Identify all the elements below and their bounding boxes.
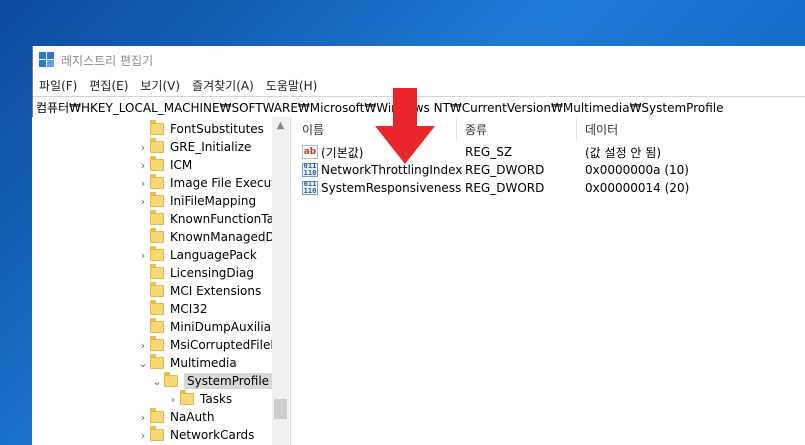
tree-item-label: GRE_Initialize xyxy=(170,140,252,154)
tree-item-label: ICM xyxy=(170,158,193,172)
chevron-expander-icon[interactable] xyxy=(136,228,150,246)
folder-icon xyxy=(150,156,164,171)
tree-item-label: NaAuth xyxy=(170,410,215,424)
value-type: REG_DWORD xyxy=(465,181,545,195)
value-row[interactable]: ab (기본값) REG_SZ (값 설정 안 됨) xyxy=(294,143,805,161)
tree-item-label: MsiCorruptedFileRe xyxy=(170,338,286,352)
chevron-expander-icon[interactable]: › xyxy=(136,156,150,174)
tree-item-label: LanguagePack xyxy=(170,248,257,262)
tree-item-label: FontSubstitutes xyxy=(170,122,264,136)
tree-item[interactable]: KnownManagedDe xyxy=(32,228,290,246)
chevron-expander-icon[interactable] xyxy=(136,264,150,282)
folder-icon xyxy=(150,300,164,315)
tree-item-label: NetworkCards xyxy=(170,428,255,442)
folder-icon xyxy=(150,246,164,261)
tree-item-label: Image File Executic xyxy=(170,176,286,190)
value-name-cell[interactable]: ab (기본값) xyxy=(302,143,363,161)
folder-icon xyxy=(150,264,164,279)
column-header-data[interactable]: 데이터 xyxy=(577,117,805,141)
scroll-thumb[interactable] xyxy=(274,399,287,419)
tree-item-label: KnownManagedDe xyxy=(170,230,283,244)
tree-item[interactable]: › GRE_Initialize xyxy=(32,138,290,156)
tree-item[interactable]: MCI Extensions xyxy=(32,282,290,300)
tree-item[interactable]: › ICM xyxy=(32,156,290,174)
chevron-expander-icon[interactable]: › xyxy=(136,246,150,264)
scroll-up-arrow-icon[interactable]: ▲ xyxy=(272,117,289,134)
folder-icon xyxy=(164,372,178,387)
folder-icon xyxy=(150,228,164,243)
value-row[interactable]: 011 110 NetworkThrottlingIndex REG_DWORD 0x… xyxy=(294,161,805,179)
binary-value-icon: 011 110 xyxy=(302,180,318,195)
key-tree-pane[interactable]: FontSubstitutes › GRE_Initialize › ICM › Image… xyxy=(32,117,290,445)
value-name: NetworkThrottlingIndex xyxy=(321,163,463,177)
tree-item-label: Multimedia xyxy=(170,356,237,370)
tree-item-label: KnownFunctionTab xyxy=(170,212,282,226)
chevron-expander-icon[interactable]: › xyxy=(136,426,150,444)
tree-item[interactable]: FontSubstitutes xyxy=(32,120,290,138)
tree-item[interactable]: › NaAuth xyxy=(32,408,290,426)
tree-item[interactable]: ⌄ Multimedia xyxy=(32,354,290,372)
folder-icon xyxy=(150,210,164,225)
chevron-expander-icon[interactable] xyxy=(136,210,150,228)
tree-scrollbar[interactable]: ▲ xyxy=(272,117,289,445)
tree-item[interactable]: › Tasks xyxy=(32,390,290,408)
tree-item-label: LicensingDiag xyxy=(170,266,254,280)
folder-icon xyxy=(180,390,194,405)
tree-item[interactable]: › NetworkCards xyxy=(32,426,290,444)
value-row[interactable]: 011 110 SystemResponsiveness REG_DWORD 0x00… xyxy=(294,179,805,197)
chevron-expander-icon[interactable] xyxy=(136,282,150,300)
chevron-expander-icon[interactable] xyxy=(136,120,150,138)
chevron-expander-icon[interactable]: › xyxy=(136,408,150,426)
folder-icon xyxy=(150,174,164,189)
tree-item-label: MiniDumpAuxiliary xyxy=(170,320,284,334)
folder-icon xyxy=(150,138,164,153)
folder-icon xyxy=(150,318,164,333)
chevron-expander-icon[interactable] xyxy=(136,300,150,318)
tree-item-label: IniFileMapping xyxy=(170,194,257,208)
tree-item-label: SystemProfile xyxy=(184,373,273,389)
value-data: 0x00000014 (20) xyxy=(585,181,690,195)
tree-item-label: MCI32 xyxy=(170,302,208,316)
tree-item[interactable]: MiniDumpAuxiliary xyxy=(32,318,290,336)
chevron-expander-icon[interactable]: ⌄ xyxy=(150,372,164,390)
value-name: SystemResponsiveness xyxy=(321,181,462,195)
value-data: 0x0000000a (10) xyxy=(585,163,689,177)
value-type: REG_SZ xyxy=(465,145,513,159)
folder-icon xyxy=(150,120,164,135)
tree-item-label: MCI Extensions xyxy=(170,284,262,298)
value-name: (기본값) xyxy=(321,145,364,160)
folder-icon xyxy=(150,426,164,441)
tree-item-label: Tasks xyxy=(200,392,233,406)
chevron-expander-icon[interactable]: › xyxy=(136,336,150,354)
string-value-icon: ab xyxy=(302,145,318,159)
value-data: (값 설정 안 됨) xyxy=(585,145,662,160)
chevron-expander-icon[interactable]: › xyxy=(166,390,180,408)
chevron-expander-icon[interactable]: › xyxy=(136,174,150,192)
values-list-pane[interactable]: 이름 종류 데이터 ab (기본값) REG_SZ (값 설정 안 됨) 011 110… xyxy=(294,117,805,445)
binary-value-icon: 011 110 xyxy=(302,162,318,177)
folder-icon xyxy=(150,354,164,369)
tree-item[interactable]: › LanguagePack xyxy=(32,246,290,264)
tree-item[interactable]: KnownFunctionTab xyxy=(32,210,290,228)
value-name-cell[interactable]: 011 110 SystemResponsiveness xyxy=(302,179,461,197)
column-header-type[interactable]: 종류 xyxy=(457,117,577,141)
folder-icon xyxy=(150,282,164,297)
tree-item[interactable]: ⌄ SystemProfile xyxy=(32,372,290,390)
value-type: REG_DWORD xyxy=(465,163,545,177)
folder-icon xyxy=(150,408,164,423)
chevron-expander-icon[interactable] xyxy=(136,318,150,336)
tree-item[interactable]: › IniFileMapping xyxy=(32,192,290,210)
chevron-expander-icon[interactable]: › xyxy=(136,138,150,156)
tree-item[interactable]: › MsiCorruptedFileRe xyxy=(32,336,290,354)
tree-item[interactable]: › Image File Executic xyxy=(32,174,290,192)
tree-item[interactable]: LicensingDiag xyxy=(32,264,290,282)
folder-icon xyxy=(150,336,164,351)
chevron-expander-icon[interactable]: › xyxy=(136,192,150,210)
tree-item[interactable]: MCI32 xyxy=(32,300,290,318)
folder-icon xyxy=(150,192,164,207)
chevron-expander-icon[interactable]: ⌄ xyxy=(136,354,150,372)
red-down-arrow-icon xyxy=(375,88,435,164)
